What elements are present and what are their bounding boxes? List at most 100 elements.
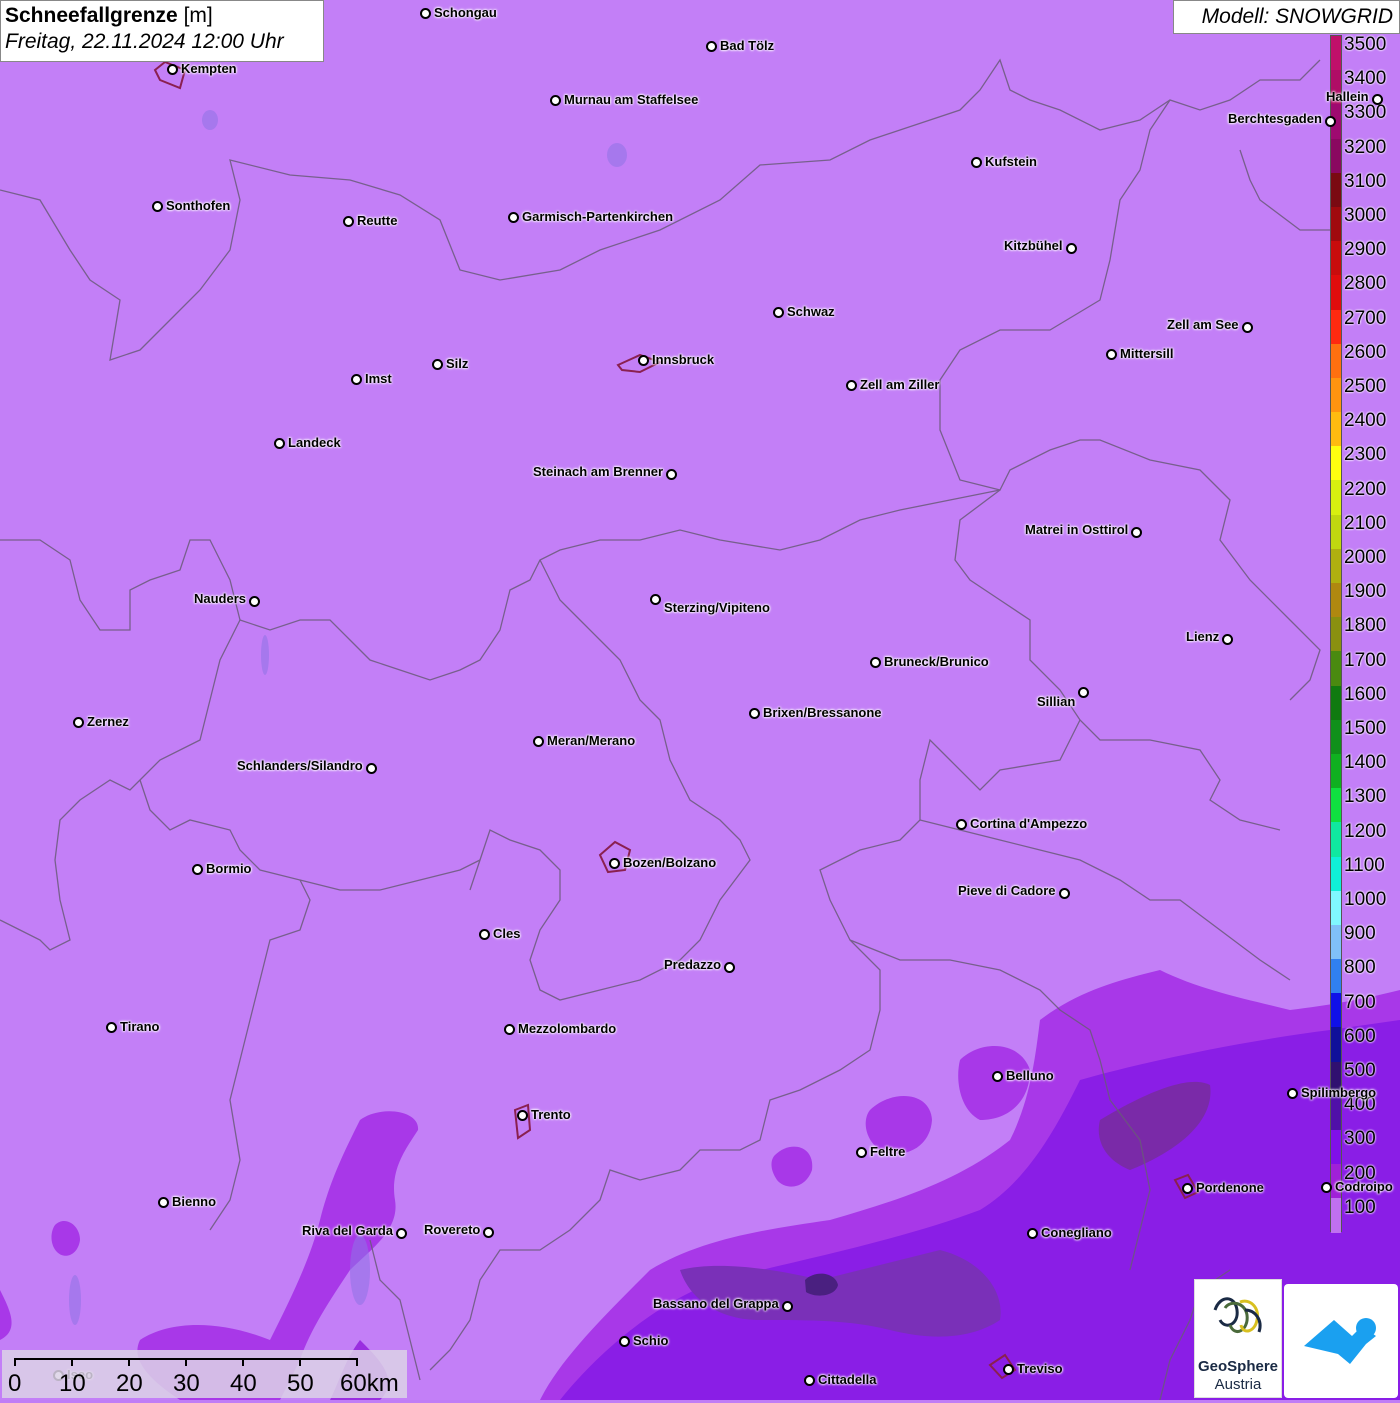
city-marker: [1106, 349, 1117, 360]
city-label: Pieve di Cadore: [958, 883, 1056, 898]
legend-label: 1300: [1344, 786, 1387, 808]
legend-color-segment: [1331, 685, 1341, 720]
city-label: Hallein: [1326, 89, 1369, 104]
city-marker: [158, 1197, 169, 1208]
legend-color-segment: [1331, 890, 1341, 925]
scale-label: 50: [287, 1370, 314, 1397]
legend-color-segment: [1331, 514, 1341, 549]
city-marker: [533, 736, 544, 747]
legend-label: 100: [1344, 1196, 1376, 1218]
city-marker: [870, 657, 881, 668]
legend-label: 800: [1344, 957, 1376, 979]
scale-tick: [71, 1358, 73, 1366]
city-marker: [773, 307, 784, 318]
city-label: Sonthofen: [166, 198, 231, 213]
legend-label: 2700: [1344, 307, 1387, 329]
legend-color-segment: [1331, 138, 1341, 173]
city-label: Cortina d'Ampezzo: [970, 816, 1088, 831]
scale-label: 20: [116, 1370, 143, 1397]
city-label: Bormio: [206, 861, 252, 876]
city-marker: [1222, 634, 1233, 645]
legend-label: 700: [1344, 991, 1376, 1013]
city-marker: [1131, 527, 1142, 538]
city-label: Kempten: [181, 61, 237, 76]
city-label: Belluno: [1006, 1068, 1054, 1083]
legend-color-segment: [1331, 651, 1341, 686]
city-marker: [749, 708, 760, 719]
scale-label: 40: [230, 1370, 257, 1397]
legend-label: 1200: [1344, 820, 1387, 842]
legend-label: 2000: [1344, 547, 1387, 568]
city-label: Schongau: [434, 5, 497, 20]
city-marker: [366, 763, 377, 774]
scale-tick: [14, 1358, 16, 1366]
city-marker: [1027, 1228, 1038, 1239]
city-label: Bienno: [172, 1194, 217, 1209]
city-label: Matrei in Osttirol: [1025, 522, 1129, 537]
city-marker: [619, 1336, 630, 1347]
city-marker: [1059, 888, 1070, 899]
city-label: Kufstein: [985, 154, 1037, 169]
legend-color-segment: [1331, 1027, 1341, 1062]
city-marker: [609, 858, 620, 869]
city-marker: [706, 41, 717, 52]
city-marker: [1372, 94, 1383, 105]
city-label: Bozen/Bolzano: [623, 855, 717, 870]
legend-color-segment: [1331, 993, 1341, 1028]
color-legend: 3500 3400 3300 3200 3100 3000 2900 2800 2700 2600…: [1328, 34, 1400, 1233]
city-marker: [343, 216, 354, 227]
city-label: Rovereto: [424, 1222, 481, 1237]
city-marker: [1066, 243, 1077, 254]
city-label: Nauders: [194, 591, 247, 606]
city-label: Kitzbühel: [1004, 238, 1063, 253]
city-label: Tirano: [120, 1019, 160, 1034]
legend-color-segment: [1331, 548, 1341, 583]
legend-label: 900: [1344, 923, 1376, 945]
legend-color-segment: [1331, 719, 1341, 754]
legend-label: 300: [1344, 1128, 1376, 1150]
legend-color-segment: [1331, 480, 1341, 515]
city-marker: [504, 1024, 515, 1035]
city-marker: [1182, 1183, 1193, 1194]
city-marker: [106, 1022, 117, 1033]
city-marker: [650, 594, 661, 605]
legend-label: 3100: [1344, 170, 1387, 192]
city-marker: [152, 201, 163, 212]
city-marker: [1078, 687, 1089, 698]
city-label: Predazzo: [664, 957, 722, 972]
city-marker: [508, 212, 519, 223]
legend-label: 2500: [1344, 376, 1387, 397]
city-label: Reutte: [357, 213, 398, 228]
weather-app-logo: [1284, 1284, 1398, 1398]
city-label: Sterzing/Vipiteno: [664, 600, 770, 615]
legend-label: 500: [1344, 1060, 1376, 1081]
city-marker: [1287, 1088, 1298, 1099]
city-marker: [846, 380, 857, 391]
city-marker: [856, 1147, 867, 1158]
city-label: Berchtesgaden: [1228, 111, 1322, 126]
legend-color-segment: [1331, 788, 1341, 823]
legend-color-segment: [1331, 343, 1341, 378]
city-label: Schlanders/Silandro: [237, 758, 363, 773]
legend-label: 1400: [1344, 752, 1387, 774]
legend-label: 2900: [1344, 239, 1387, 261]
legend-label: 1800: [1344, 615, 1387, 637]
city-label: Cittadella: [818, 1372, 877, 1387]
legend-label: 600: [1344, 1025, 1376, 1047]
legend-label: 3400: [1344, 68, 1387, 90]
legend-color-segment: [1331, 1095, 1341, 1130]
city-label: Steinach am Brenner: [533, 464, 664, 479]
city-marker: [73, 717, 84, 728]
legend-color-segment: [1331, 241, 1341, 276]
legend-label: 1600: [1344, 683, 1387, 705]
legend-label: 1500: [1344, 718, 1387, 739]
city-marker: [1325, 116, 1336, 127]
parameter-name: Schneefallgrenze: [5, 4, 178, 27]
model-label: Modell: SNOWGRID: [1173, 0, 1400, 34]
scale-tick: [242, 1358, 244, 1366]
city-label: Zell am See: [1167, 317, 1239, 332]
scale-tick: [356, 1358, 358, 1366]
city-label: Schwaz: [787, 304, 835, 319]
legend-color-segment: [1331, 36, 1341, 71]
city-marker: [992, 1071, 1003, 1082]
